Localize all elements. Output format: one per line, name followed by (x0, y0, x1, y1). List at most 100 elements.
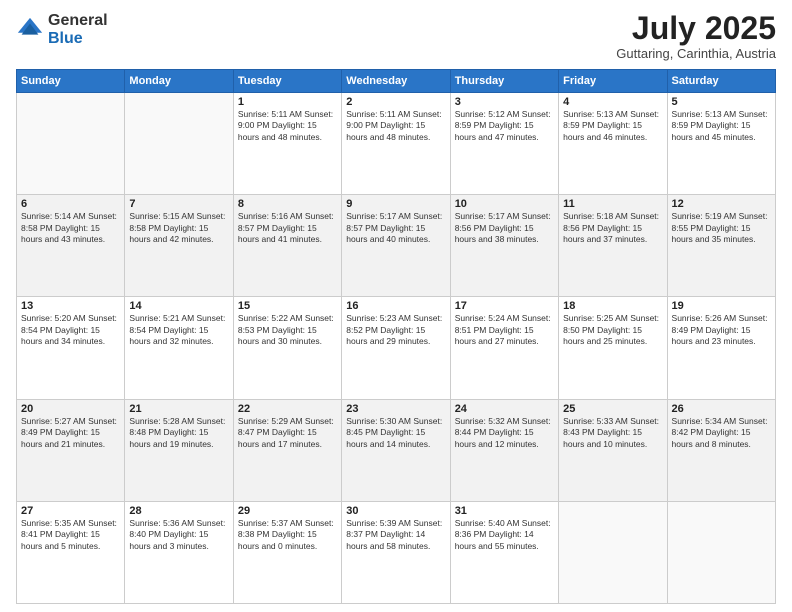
day-info: Sunrise: 5:17 AM Sunset: 8:57 PM Dayligh… (346, 211, 445, 245)
day-info: Sunrise: 5:36 AM Sunset: 8:40 PM Dayligh… (129, 518, 228, 552)
day-info: Sunrise: 5:17 AM Sunset: 8:56 PM Dayligh… (455, 211, 554, 245)
day-number: 27 (21, 505, 120, 517)
calendar-week-row: 1Sunrise: 5:11 AM Sunset: 9:00 PM Daylig… (17, 93, 776, 195)
month-title: July 2025 (616, 12, 776, 44)
day-number: 31 (455, 505, 554, 517)
day-number: 5 (672, 96, 771, 108)
calendar-week-row: 27Sunrise: 5:35 AM Sunset: 8:41 PM Dayli… (17, 501, 776, 603)
day-info: Sunrise: 5:20 AM Sunset: 8:54 PM Dayligh… (21, 313, 120, 347)
calendar-cell: 19Sunrise: 5:26 AM Sunset: 8:49 PM Dayli… (667, 297, 775, 399)
location-title: Guttaring, Carinthia, Austria (616, 46, 776, 61)
header: General Blue July 2025 Guttaring, Carint… (16, 12, 776, 61)
calendar-cell (559, 501, 667, 603)
calendar-cell: 17Sunrise: 5:24 AM Sunset: 8:51 PM Dayli… (450, 297, 558, 399)
logo: General Blue (16, 12, 108, 47)
calendar-header-row: Sunday Monday Tuesday Wednesday Thursday… (17, 70, 776, 93)
day-info: Sunrise: 5:27 AM Sunset: 8:49 PM Dayligh… (21, 416, 120, 450)
day-number: 30 (346, 505, 445, 517)
day-number: 12 (672, 198, 771, 210)
day-info: Sunrise: 5:39 AM Sunset: 8:37 PM Dayligh… (346, 518, 445, 552)
day-info: Sunrise: 5:26 AM Sunset: 8:49 PM Dayligh… (672, 313, 771, 347)
day-number: 21 (129, 403, 228, 415)
day-number: 2 (346, 96, 445, 108)
calendar-cell: 27Sunrise: 5:35 AM Sunset: 8:41 PM Dayli… (17, 501, 125, 603)
day-number: 15 (238, 300, 337, 312)
day-info: Sunrise: 5:33 AM Sunset: 8:43 PM Dayligh… (563, 416, 662, 450)
col-tuesday: Tuesday (233, 70, 341, 93)
day-info: Sunrise: 5:13 AM Sunset: 8:59 PM Dayligh… (563, 109, 662, 143)
calendar-cell: 4Sunrise: 5:13 AM Sunset: 8:59 PM Daylig… (559, 93, 667, 195)
calendar-cell: 2Sunrise: 5:11 AM Sunset: 9:00 PM Daylig… (342, 93, 450, 195)
day-number: 14 (129, 300, 228, 312)
calendar-cell: 28Sunrise: 5:36 AM Sunset: 8:40 PM Dayli… (125, 501, 233, 603)
calendar-cell (17, 93, 125, 195)
col-friday: Friday (559, 70, 667, 93)
day-info: Sunrise: 5:24 AM Sunset: 8:51 PM Dayligh… (455, 313, 554, 347)
calendar-cell: 10Sunrise: 5:17 AM Sunset: 8:56 PM Dayli… (450, 195, 558, 297)
calendar-week-row: 13Sunrise: 5:20 AM Sunset: 8:54 PM Dayli… (17, 297, 776, 399)
day-info: Sunrise: 5:15 AM Sunset: 8:58 PM Dayligh… (129, 211, 228, 245)
calendar-cell: 6Sunrise: 5:14 AM Sunset: 8:58 PM Daylig… (17, 195, 125, 297)
day-info: Sunrise: 5:11 AM Sunset: 9:00 PM Dayligh… (346, 109, 445, 143)
day-number: 11 (563, 198, 662, 210)
calendar-cell (125, 93, 233, 195)
calendar-cell (667, 501, 775, 603)
day-number: 9 (346, 198, 445, 210)
day-number: 26 (672, 403, 771, 415)
logo-text: General Blue (48, 12, 108, 47)
calendar-cell: 3Sunrise: 5:12 AM Sunset: 8:59 PM Daylig… (450, 93, 558, 195)
calendar-cell: 15Sunrise: 5:22 AM Sunset: 8:53 PM Dayli… (233, 297, 341, 399)
day-number: 3 (455, 96, 554, 108)
col-thursday: Thursday (450, 70, 558, 93)
calendar-cell: 22Sunrise: 5:29 AM Sunset: 8:47 PM Dayli… (233, 399, 341, 501)
day-number: 23 (346, 403, 445, 415)
calendar-cell: 20Sunrise: 5:27 AM Sunset: 8:49 PM Dayli… (17, 399, 125, 501)
calendar-cell: 5Sunrise: 5:13 AM Sunset: 8:59 PM Daylig… (667, 93, 775, 195)
day-info: Sunrise: 5:32 AM Sunset: 8:44 PM Dayligh… (455, 416, 554, 450)
day-number: 10 (455, 198, 554, 210)
calendar-cell: 23Sunrise: 5:30 AM Sunset: 8:45 PM Dayli… (342, 399, 450, 501)
day-number: 28 (129, 505, 228, 517)
day-number: 18 (563, 300, 662, 312)
col-wednesday: Wednesday (342, 70, 450, 93)
day-number: 20 (21, 403, 120, 415)
day-info: Sunrise: 5:11 AM Sunset: 9:00 PM Dayligh… (238, 109, 337, 143)
day-number: 7 (129, 198, 228, 210)
calendar-cell: 16Sunrise: 5:23 AM Sunset: 8:52 PM Dayli… (342, 297, 450, 399)
day-info: Sunrise: 5:29 AM Sunset: 8:47 PM Dayligh… (238, 416, 337, 450)
day-info: Sunrise: 5:21 AM Sunset: 8:54 PM Dayligh… (129, 313, 228, 347)
calendar-cell: 31Sunrise: 5:40 AM Sunset: 8:36 PM Dayli… (450, 501, 558, 603)
day-number: 8 (238, 198, 337, 210)
day-info: Sunrise: 5:30 AM Sunset: 8:45 PM Dayligh… (346, 416, 445, 450)
col-sunday: Sunday (17, 70, 125, 93)
logo-icon (16, 16, 44, 44)
day-number: 25 (563, 403, 662, 415)
day-info: Sunrise: 5:19 AM Sunset: 8:55 PM Dayligh… (672, 211, 771, 245)
calendar-cell: 11Sunrise: 5:18 AM Sunset: 8:56 PM Dayli… (559, 195, 667, 297)
day-info: Sunrise: 5:12 AM Sunset: 8:59 PM Dayligh… (455, 109, 554, 143)
calendar-week-row: 20Sunrise: 5:27 AM Sunset: 8:49 PM Dayli… (17, 399, 776, 501)
day-number: 19 (672, 300, 771, 312)
day-info: Sunrise: 5:25 AM Sunset: 8:50 PM Dayligh… (563, 313, 662, 347)
day-info: Sunrise: 5:34 AM Sunset: 8:42 PM Dayligh… (672, 416, 771, 450)
day-number: 17 (455, 300, 554, 312)
logo-blue: Blue (48, 30, 108, 48)
logo-general: General (48, 12, 108, 30)
day-info: Sunrise: 5:13 AM Sunset: 8:59 PM Dayligh… (672, 109, 771, 143)
page: General Blue July 2025 Guttaring, Carint… (0, 0, 792, 612)
day-info: Sunrise: 5:35 AM Sunset: 8:41 PM Dayligh… (21, 518, 120, 552)
calendar-cell: 8Sunrise: 5:16 AM Sunset: 8:57 PM Daylig… (233, 195, 341, 297)
calendar-cell: 7Sunrise: 5:15 AM Sunset: 8:58 PM Daylig… (125, 195, 233, 297)
calendar-cell: 1Sunrise: 5:11 AM Sunset: 9:00 PM Daylig… (233, 93, 341, 195)
calendar-cell: 13Sunrise: 5:20 AM Sunset: 8:54 PM Dayli… (17, 297, 125, 399)
calendar-cell: 24Sunrise: 5:32 AM Sunset: 8:44 PM Dayli… (450, 399, 558, 501)
day-number: 4 (563, 96, 662, 108)
day-info: Sunrise: 5:22 AM Sunset: 8:53 PM Dayligh… (238, 313, 337, 347)
calendar-cell: 12Sunrise: 5:19 AM Sunset: 8:55 PM Dayli… (667, 195, 775, 297)
day-number: 24 (455, 403, 554, 415)
calendar-cell: 21Sunrise: 5:28 AM Sunset: 8:48 PM Dayli… (125, 399, 233, 501)
day-info: Sunrise: 5:14 AM Sunset: 8:58 PM Dayligh… (21, 211, 120, 245)
title-block: July 2025 Guttaring, Carinthia, Austria (616, 12, 776, 61)
calendar-cell: 18Sunrise: 5:25 AM Sunset: 8:50 PM Dayli… (559, 297, 667, 399)
day-info: Sunrise: 5:28 AM Sunset: 8:48 PM Dayligh… (129, 416, 228, 450)
